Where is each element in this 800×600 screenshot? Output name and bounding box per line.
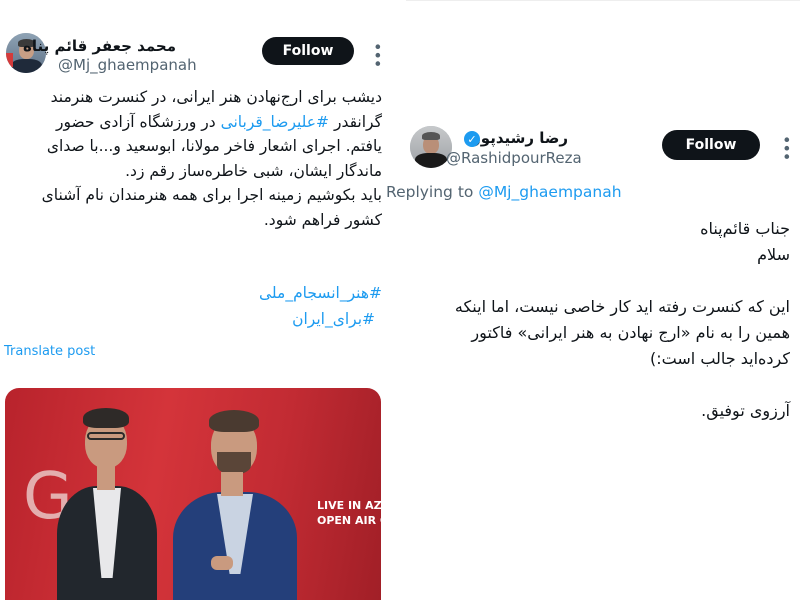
- panel-divider: [392, 0, 406, 600]
- right-follow-button[interactable]: Follow: [662, 130, 760, 160]
- replying-mention-link[interactable]: @Mj_ghaempanah: [478, 183, 621, 201]
- left-author-name[interactable]: محمد جعفر قائم پناه: [23, 37, 176, 55]
- tweet-line-4: ماندگار ایشان، شبی خاطره‌ساز رقم زد.: [125, 161, 382, 180]
- left-follow-button[interactable]: Follow: [262, 37, 354, 65]
- tweet-line-3: یافتم. اجرای اشعار فاخر مولانا، ابوسعید …: [46, 137, 382, 155]
- reply-line-4: این که کنسرت رفته اید کار خاصی نیست، اما…: [454, 297, 790, 316]
- replying-to-line: Replying to @Mj_ghaempanah: [386, 183, 622, 201]
- left-author-handle[interactable]: @Mj_ghaempanah: [58, 56, 197, 74]
- reply-line-7: [410, 372, 790, 398]
- reply-line-1: جناب قائم‌پناه: [700, 219, 790, 238]
- tweet-line-5: باید بکوشیم زمینه اجرا برای همه هنرمندان…: [41, 186, 382, 204]
- reply-line-8: آرزوی توفیق.: [701, 401, 790, 420]
- verified-icon: ✓: [464, 131, 480, 147]
- left-more-icon[interactable]: •••: [368, 42, 387, 67]
- tweet-line-6: کشور فراهم شود.: [263, 210, 382, 229]
- inline-hashtag-link[interactable]: #علیرضا_قربانی: [221, 113, 329, 131]
- tweet-line-1: دیشب برای ارج‌نهادن هنر ایرانی، در کنسرت…: [50, 88, 382, 106]
- reply-line-5: همین را به نام «ارج نهادن به هنر ایرانی»…: [471, 323, 790, 342]
- hashtag-link-2[interactable]: #برای_ایران: [252, 310, 375, 328]
- reply-line-3: [410, 268, 790, 294]
- translate-post-link[interactable]: Translate post: [4, 344, 95, 359]
- left-tweet-card: محمد جعفر قائم پناه @Mj_ghaempanah Follo…: [0, 0, 392, 600]
- photo-banner-text: LIVE IN AZA OPEN AIR C: [317, 499, 381, 527]
- reply-line-6: کرده‌اید جالب است:): [650, 349, 790, 368]
- reply-body: جناب قائم‌پناه سلام این که کنسرت رفته ای…: [410, 216, 790, 424]
- screenshot-collage: محمد جعفر قائم پناه @Mj_ghaempanah Follo…: [0, 0, 800, 600]
- right-more-icon[interactable]: •••: [777, 135, 796, 160]
- tweet-line-2: گرانقدر #علیرضا_قربانی در ورزشگاه آزادی …: [55, 112, 382, 131]
- left-tweet-body: دیشب برای ارج‌نهادن هنر ایرانی، در کنسرت…: [5, 85, 382, 232]
- hashtag-link-1[interactable]: #هنر_انسجام_ملی: [252, 284, 382, 302]
- reply-line-2: سلام: [757, 245, 790, 264]
- right-tweet-card: رضا رشیدپور ✓ @RashidpourReza Follow •••…: [386, 0, 800, 600]
- tweet-photo[interactable]: G LIVE IN AZA OPEN AIR C: [5, 388, 381, 600]
- right-author-handle[interactable]: @RashidpourReza: [446, 149, 582, 167]
- right-author-name[interactable]: رضا رشیدپور: [472, 129, 568, 147]
